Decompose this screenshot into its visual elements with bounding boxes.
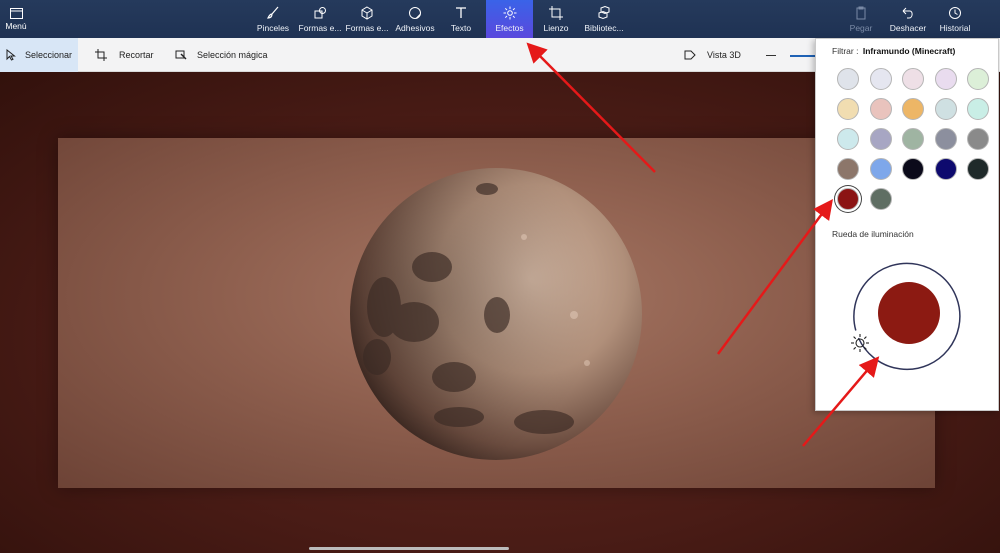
horizontal-scrollbar[interactable] xyxy=(309,547,509,550)
tool-3d-shapes[interactable]: Formas e... xyxy=(345,0,389,38)
filter-swatch[interactable] xyxy=(934,68,957,90)
folder-icon xyxy=(9,7,23,19)
tool-canvas[interactable]: Lienzo xyxy=(538,0,574,38)
lighting-color-circle xyxy=(878,282,940,344)
filter-swatch[interactable] xyxy=(869,68,892,90)
filter-swatch[interactable] xyxy=(902,158,924,180)
tool-2d-shapes[interactable]: Formas e... xyxy=(297,0,343,38)
canvas-icon xyxy=(549,5,563,20)
filter-swatch[interactable] xyxy=(869,98,892,120)
filter-swatch[interactable] xyxy=(967,158,989,180)
brush-icon xyxy=(267,6,279,19)
history-button[interactable]: Historial xyxy=(935,0,975,38)
zoom-slider-minus[interactable] xyxy=(766,55,776,56)
filter-swatch[interactable] xyxy=(934,158,957,180)
filter-swatch[interactable] xyxy=(869,128,892,150)
filter-swatch[interactable] xyxy=(902,128,924,150)
menu-label: Menú xyxy=(5,20,27,31)
cursor-select-icon xyxy=(6,49,16,61)
zoom-slider-track[interactable] xyxy=(790,55,815,57)
filter-swatch[interactable] xyxy=(837,158,859,180)
tool-effects[interactable]: Efectos xyxy=(486,0,533,38)
moon-image xyxy=(350,168,642,460)
view-3d-icon xyxy=(684,50,696,60)
sticker-icon xyxy=(409,6,421,19)
view-3d-button[interactable]: Vista 3D xyxy=(684,38,741,72)
magic-select-icon xyxy=(175,50,187,60)
filter-value: Inframundo (Minecraft) xyxy=(862,46,956,56)
filter-swatch[interactable] xyxy=(967,128,989,150)
tool-stickers[interactable]: Adhesivos xyxy=(393,0,437,38)
light-source-sun-icon[interactable] xyxy=(850,333,870,353)
filter-swatch[interactable] xyxy=(967,98,989,120)
library-icon xyxy=(598,5,610,19)
crop-icon xyxy=(95,49,107,61)
menu-button[interactable]: Menú xyxy=(0,0,32,38)
undo-button[interactable]: Deshacer xyxy=(887,0,929,38)
filter-swatch[interactable] xyxy=(837,128,859,150)
lighting-wheel-label: Rueda de iluminación xyxy=(832,229,914,239)
filter-swatch[interactable] xyxy=(837,188,859,210)
lighting-wheel[interactable] xyxy=(850,261,965,376)
shapes-2d-icon xyxy=(314,6,326,18)
magic-select-button[interactable]: Selección mágica xyxy=(175,38,268,72)
select-button[interactable]: Seleccionar xyxy=(0,38,78,72)
paste-button[interactable]: Pegar xyxy=(846,0,876,38)
filter-swatch[interactable] xyxy=(902,98,924,120)
filter-swatch[interactable] xyxy=(837,68,859,90)
tool-library[interactable]: Bibliotec... xyxy=(582,0,626,38)
filter-label: Filtrar : xyxy=(832,46,859,56)
filter-swatch[interactable] xyxy=(837,98,859,120)
effects-sun-icon xyxy=(503,6,516,19)
filter-swatch[interactable] xyxy=(934,98,957,120)
history-icon xyxy=(949,6,961,19)
filter-swatch[interactable] xyxy=(967,68,989,90)
text-icon xyxy=(456,6,466,18)
shapes-3d-icon xyxy=(361,5,373,20)
crop-button[interactable]: Recortar xyxy=(95,38,154,72)
filter-swatch[interactable] xyxy=(902,68,924,90)
tool-text[interactable]: Texto xyxy=(443,0,479,38)
undo-icon xyxy=(902,7,913,18)
filter-row: Filtrar : Inframundo (Minecraft) xyxy=(832,46,955,56)
paste-icon xyxy=(856,6,866,19)
top-ribbon: Menú Pinceles Formas e... Formas e... Ad… xyxy=(0,0,1000,38)
effects-panel: Filtrar : Inframundo (Minecraft) Rueda d… xyxy=(815,38,999,411)
tool-brushes[interactable]: Pinceles xyxy=(253,0,293,38)
filter-swatch[interactable] xyxy=(869,158,892,180)
filter-swatch[interactable] xyxy=(934,128,957,150)
filter-swatch[interactable] xyxy=(869,188,892,210)
